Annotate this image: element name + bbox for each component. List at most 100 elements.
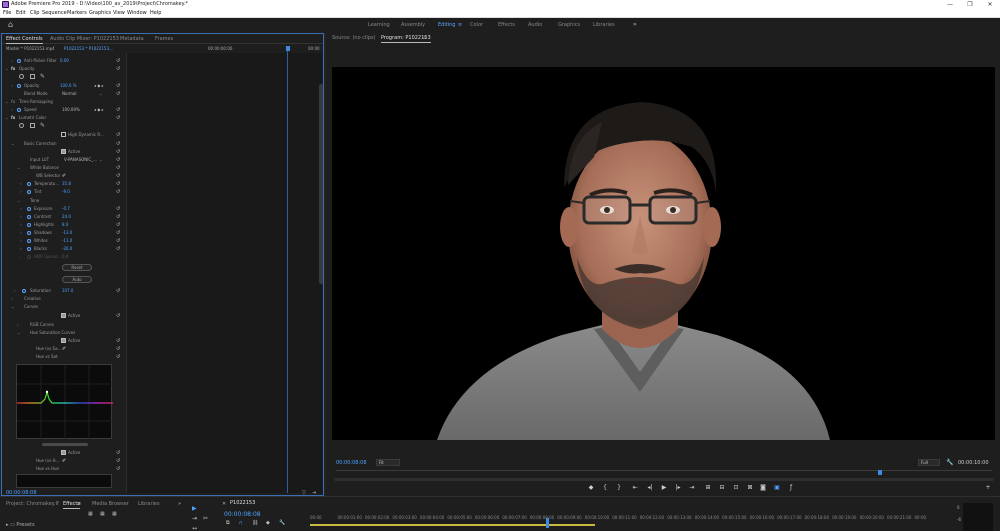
workspace-audio[interactable]: Audio <box>528 22 542 28</box>
comparison-view-icon[interactable]: ▣ <box>772 484 782 492</box>
menu-sequence[interactable]: Sequence <box>42 10 67 16</box>
reset-icon[interactable]: ↺ <box>116 465 120 473</box>
stopwatch-icon[interactable] <box>17 59 21 63</box>
menu-help[interactable]: Help <box>150 10 161 16</box>
menu-graphics[interactable]: Graphics <box>89 10 111 16</box>
effect-controls-timeline[interactable] <box>126 53 322 493</box>
stopwatch-icon[interactable] <box>27 247 31 251</box>
contrast-value[interactable]: 24.0 <box>62 213 71 221</box>
active-checkbox[interactable] <box>61 313 66 318</box>
disclosure-icon[interactable]: › <box>20 229 22 237</box>
tab-libraries[interactable]: Libraries <box>138 501 160 507</box>
ellipse-mask-icon[interactable] <box>19 74 24 79</box>
menu-view[interactable]: View <box>113 10 125 16</box>
close-button[interactable]: ✕ <box>980 0 1000 9</box>
whites-value[interactable]: -11.0 <box>62 237 72 245</box>
reset-icon[interactable]: ↺ <box>116 237 120 245</box>
new-preset-bin-icon[interactable]: ▦ <box>88 511 93 517</box>
disclosure-icon[interactable]: › <box>20 205 22 213</box>
sequence-tab[interactable]: P1022153 <box>230 500 255 506</box>
stopwatch-icon[interactable] <box>27 223 31 227</box>
close-sequence-icon[interactable]: ✕ <box>222 501 226 507</box>
zoom-select[interactable]: Fit <box>376 459 400 466</box>
tab-media-browser[interactable]: Media Browser <box>92 501 129 507</box>
go-to-out-icon[interactable]: ⇥ <box>687 484 697 492</box>
tab-effect-controls[interactable]: Effect Controls <box>6 36 43 44</box>
reset-icon[interactable]: ↺ <box>116 180 120 188</box>
workspace-libraries[interactable]: Libraries <box>593 22 615 28</box>
selection-tool-icon[interactable]: ▶ <box>192 505 197 512</box>
menu-window[interactable]: Window <box>127 10 147 16</box>
program-video-frame[interactable] <box>332 67 995 440</box>
disclosure-icon[interactable]: ⌄ <box>17 329 20 337</box>
accelerated-effects-icon[interactable]: ▦ <box>112 511 117 517</box>
reset-icon[interactable]: ↺ <box>116 345 120 353</box>
workspace-menu-icon[interactable]: ≡ <box>458 22 462 28</box>
step-forward-icon[interactable]: |▸ <box>673 484 683 492</box>
eyedropper-icon[interactable]: ✐ <box>62 457 66 465</box>
keyframe-nav-icon[interactable]: ◂ ◆ ▸ <box>94 106 104 114</box>
export-frame-icon[interactable]: ◙ <box>758 484 768 492</box>
home-icon[interactable]: ⌂ <box>8 21 16 29</box>
reset-icon[interactable]: ↺ <box>116 205 120 213</box>
reset-icon[interactable]: ↺ <box>116 140 120 148</box>
reset-icon[interactable]: ↺ <box>116 188 120 196</box>
add-marker-icon[interactable]: ◆ <box>266 520 270 526</box>
reset-icon[interactable]: ↺ <box>116 106 120 114</box>
go-to-in-icon[interactable]: ⇤ <box>630 484 640 492</box>
disclosure-icon[interactable]: ⌄ <box>11 303 14 311</box>
reset-icon[interactable]: ↺ <box>116 57 120 65</box>
disclosure-icon[interactable]: › <box>20 213 22 221</box>
stopwatch-icon[interactable] <box>27 190 31 194</box>
reset-icon[interactable]: ↺ <box>116 114 120 122</box>
minimize-button[interactable]: — <box>940 0 960 9</box>
snap-icon[interactable]: ∩ <box>239 520 243 526</box>
rectangle-mask-icon[interactable] <box>30 123 35 128</box>
pen-mask-icon[interactable]: ✎ <box>40 122 45 129</box>
settings-wrench-icon[interactable]: 🔧 <box>279 520 285 526</box>
ripple-edit-tool-icon[interactable]: ↔ <box>192 525 197 531</box>
saturation-value[interactable]: 107.0 <box>62 287 73 295</box>
menu-file[interactable]: File <box>3 10 11 16</box>
disclosure-icon[interactable]: ⌄ <box>11 140 14 148</box>
reset-icon[interactable]: ↺ <box>116 131 120 139</box>
fx-icon[interactable]: fx <box>11 98 15 106</box>
workspace-editing[interactable]: Editing <box>438 22 455 28</box>
extract-icon[interactable]: ⊠ <box>745 484 755 492</box>
reset-button[interactable]: Reset <box>62 264 92 271</box>
stopwatch-icon[interactable] <box>27 182 31 186</box>
stopwatch-icon[interactable] <box>17 84 21 88</box>
hue-vs-sat-curve[interactable] <box>17 365 113 440</box>
stopwatch-icon[interactable] <box>27 255 31 259</box>
menu-clip[interactable]: Clip <box>30 10 39 16</box>
shadows-value[interactable]: -13.0 <box>62 229 72 237</box>
eyedropper-icon[interactable]: ✐ <box>62 345 66 353</box>
auto-button[interactable]: Auto <box>62 276 92 283</box>
overwrite-icon[interactable]: ⊟ <box>717 484 727 492</box>
disclosure-icon[interactable]: › <box>11 295 13 303</box>
stopwatch-icon[interactable] <box>27 207 31 211</box>
disclosure-icon[interactable]: ⌄ <box>17 164 20 172</box>
reset-icon[interactable]: ↺ <box>116 229 120 237</box>
high-dynamic-range-checkbox[interactable] <box>61 132 66 137</box>
active-checkbox[interactable] <box>61 450 66 455</box>
panel-menu-icon[interactable]: ≡ <box>77 501 81 507</box>
disclosure-icon[interactable]: ⌄ <box>5 114 8 122</box>
program-timecode[interactable]: 00:00:08:08 <box>336 460 367 466</box>
reset-icon[interactable]: ↺ <box>116 312 120 320</box>
lift-icon[interactable]: ⊡ <box>731 484 741 492</box>
reset-icon[interactable]: ↺ <box>116 156 120 164</box>
panel-menu-icon[interactable]: ≡ <box>423 35 427 41</box>
linked-selection-icon[interactable]: ⛓ <box>252 520 258 526</box>
reset-icon[interactable]: ↺ <box>116 221 120 229</box>
hdr-specular-value[interactable]: 0.0 <box>62 253 68 261</box>
disclosure-icon[interactable]: › <box>11 106 13 114</box>
tint-value[interactable]: -9.0 <box>62 188 70 196</box>
stopwatch-icon[interactable] <box>27 215 31 219</box>
button-editor-icon[interactable]: + <box>983 484 993 492</box>
panel-overflow-button[interactable]: » <box>178 501 181 507</box>
reset-icon[interactable]: ↺ <box>116 287 120 295</box>
insert-icon[interactable]: ⊞ <box>703 484 713 492</box>
tab-metadata[interactable]: Metadata <box>120 36 144 42</box>
reset-icon[interactable]: ↺ <box>116 148 120 156</box>
